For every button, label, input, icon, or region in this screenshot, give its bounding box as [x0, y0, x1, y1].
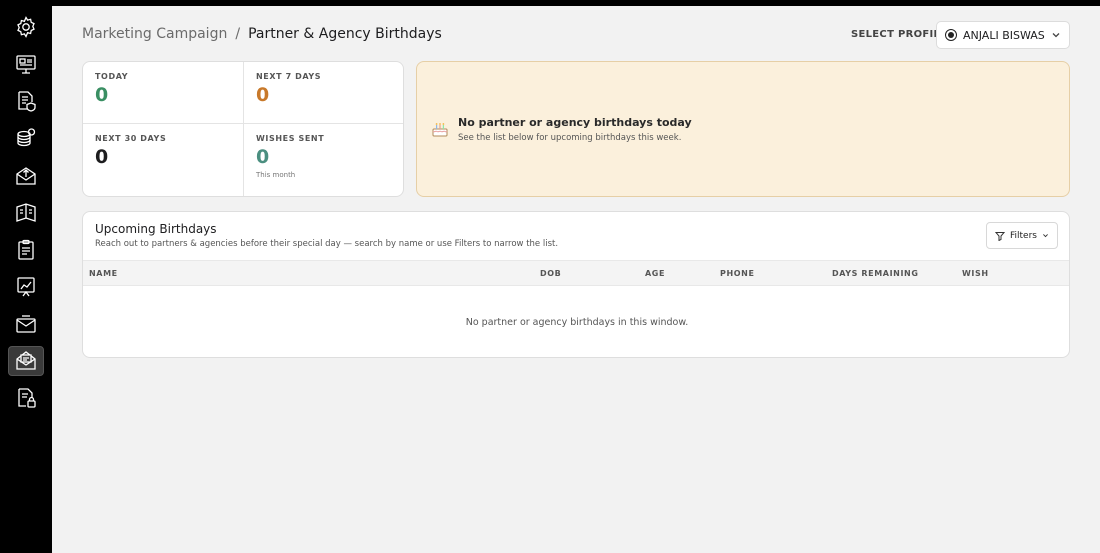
banner-title: No partner or agency birthdays today — [458, 115, 692, 129]
upcoming-birthdays-panel: Upcoming Birthdays Reach out to partners… — [82, 211, 1070, 358]
document-lock-icon[interactable] — [8, 383, 44, 413]
filter-icon — [995, 231, 1005, 241]
empty-state-message: No partner or agency birthdays in this w… — [465, 317, 689, 328]
column-header-dob[interactable]: DOB — [540, 269, 561, 278]
breadcrumb-separator: / — [235, 26, 241, 42]
clipboard-icon[interactable] — [8, 235, 44, 265]
radio-icon — [945, 29, 957, 41]
mail-open-icon[interactable] — [8, 346, 44, 376]
stat-label: WISHES SENT — [256, 134, 325, 143]
profile-select[interactable]: ANJALI BISWAS — [936, 21, 1070, 49]
cake-icon — [432, 123, 448, 137]
filters-label: Filters — [1010, 230, 1037, 241]
stat-value: 0 — [95, 84, 109, 106]
chart-board-icon[interactable] — [8, 272, 44, 302]
page-title: Partner & Agency Birthdays — [248, 26, 442, 42]
column-header-name[interactable]: NAME — [89, 269, 118, 278]
stats-card: TODAY 0 NEXT 7 DAYS 0 NEXT 30 DAYS 0 WIS… — [82, 61, 404, 197]
envelope-icon[interactable] — [8, 310, 44, 340]
column-header-days-remaining[interactable]: DAYS REMAINING — [832, 269, 919, 278]
column-header-phone[interactable]: PHONE — [720, 269, 755, 278]
stat-today: TODAY 0 — [83, 62, 243, 123]
document-shield-icon[interactable] — [8, 86, 44, 116]
stat-value: 0 — [256, 84, 270, 106]
stat-subtext: This month — [256, 171, 296, 179]
column-header-wish[interactable]: WISH — [962, 269, 989, 278]
breadcrumb-parent[interactable]: Marketing Campaign — [82, 26, 227, 42]
gear-icon[interactable] — [8, 12, 44, 42]
stat-value: 0 — [256, 146, 270, 168]
profile-name: ANJALI BISWAS — [963, 28, 1045, 42]
filters-button[interactable]: Filters — [986, 222, 1058, 249]
coins-icon[interactable] — [8, 123, 44, 153]
panel-title: Upcoming Birthdays — [95, 222, 217, 236]
table-header: NAME DOB AGE PHONE DAYS REMAINING WISH — [83, 260, 1069, 286]
chevron-down-icon — [1043, 234, 1048, 238]
breadcrumb: Marketing Campaign / Partner & Agency Bi… — [82, 26, 442, 42]
stat-wishes-sent: WISHES SENT 0 This month — [243, 123, 403, 196]
report-book-icon[interactable] — [8, 198, 44, 228]
panel-subtitle: Reach out to partners & agencies before … — [95, 239, 559, 249]
main-content: Marketing Campaign / Partner & Agency Bi… — [52, 6, 1100, 553]
column-header-age[interactable]: AGE — [645, 269, 665, 278]
banner-text: No partner or agency birthdays today See… — [458, 116, 692, 143]
mail-upload-icon[interactable] — [8, 161, 44, 191]
sidebar — [0, 0, 52, 553]
select-profile-label: SELECT PROFILE — [851, 29, 948, 40]
banner-subtitle: See the list below for upcoming birthday… — [458, 132, 682, 143]
stat-value: 0 — [95, 146, 109, 168]
stat-label: TODAY — [95, 72, 129, 81]
stat-label: NEXT 7 DAYS — [256, 72, 322, 81]
stat-next-30-days: NEXT 30 DAYS 0 — [83, 123, 243, 196]
today-banner: No partner or agency birthdays today See… — [416, 61, 1070, 197]
stat-next-7-days: NEXT 7 DAYS 0 — [243, 62, 403, 123]
monitor-icon[interactable] — [8, 49, 44, 79]
chevron-down-icon — [1052, 33, 1060, 38]
stat-label: NEXT 30 DAYS — [95, 134, 167, 143]
